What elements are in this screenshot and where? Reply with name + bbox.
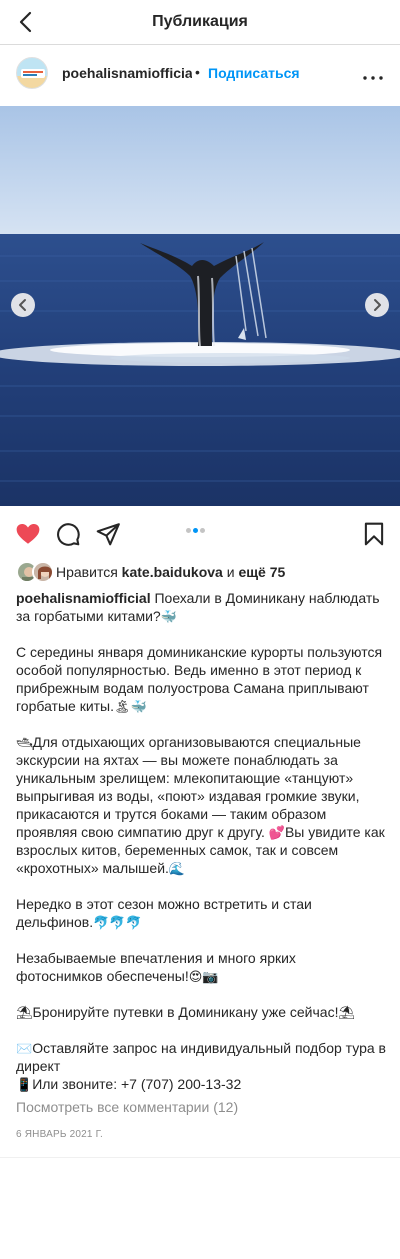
caption-emoji: 🛥 (16, 735, 33, 750)
caption-text: Незабываемые впечатления и много ярких ф… (16, 950, 296, 984)
chevron-right-icon (374, 299, 381, 311)
post-date: 6 ЯНВАРЬ 2021 Г. (16, 1129, 103, 1140)
liker-username[interactable]: kate.baidukova (122, 564, 223, 580)
comment-icon (57, 523, 80, 546)
liker-avatar[interactable] (32, 561, 54, 583)
caption-paragraph: poehalisnamiofficial Поехали в Доминикан… (16, 589, 386, 625)
carousel-dot-active (193, 528, 198, 533)
save-button[interactable] (361, 521, 387, 547)
caption-paragraph: Нередко в этот сезон можно встретить и с… (16, 895, 386, 931)
carousel-indicator (186, 520, 207, 533)
caption-text: Бронируйте путевки в Доминикану уже сейч… (32, 1004, 339, 1020)
carousel-dot (200, 528, 205, 533)
caption-emoji: 🐬🐬🐬 (93, 915, 142, 930)
caption-paragraph: 📱Или звоните: +7 (707) 200-13-32 (16, 1075, 386, 1093)
caption-emoji: ✉️ (16, 1041, 33, 1056)
likes-connector: и (226, 564, 235, 580)
caption-emoji: 🐳 (160, 609, 177, 624)
top-bar: Публикация (0, 0, 400, 45)
avatar[interactable] (16, 57, 48, 89)
more-options-button[interactable] (362, 69, 384, 80)
caption-emoji: 😍📷 (188, 969, 219, 984)
caption-emoji: 💕 (268, 825, 285, 840)
page-title: Публикация (152, 13, 248, 30)
caption-paragraph: ✉️Оставляйте запрос на индивидуальный по… (16, 1039, 386, 1075)
caption-emoji: ⛱ (338, 1005, 355, 1020)
post-photo[interactable] (0, 106, 400, 506)
caption-emoji: 🏝🐳 (114, 699, 147, 714)
follow-button[interactable]: Подписаться (208, 65, 300, 81)
carousel-prev-button[interactable] (11, 293, 35, 317)
more-horizontal-icon (363, 76, 383, 80)
carousel-dot (186, 528, 191, 533)
heart-filled-icon (16, 524, 40, 544)
comment-button[interactable] (55, 521, 81, 547)
carousel-next-button[interactable] (365, 293, 389, 317)
send-icon (96, 523, 120, 546)
whale-tail-image (0, 106, 400, 506)
author-username[interactable]: poehalisnamiofficial (62, 65, 192, 81)
caption-text: Нередко в этот сезон можно встретить и с… (16, 896, 312, 930)
post-caption: poehalisnamiofficial Поехали в Доминикан… (16, 589, 386, 1093)
view-all-comments-link[interactable]: Посмотреть все комментарии (12) (16, 1099, 238, 1115)
caption-paragraph: 🛥Для отдыхающих организовываются специал… (16, 733, 386, 877)
likes-prefix: Нравится (56, 564, 118, 580)
likes-row: Нравится kate.baidukova и ещё 75 (16, 561, 386, 583)
caption-author[interactable]: poehalisnamiofficial (16, 590, 151, 606)
separator-dot: • (195, 64, 200, 80)
empty-footer-area (0, 1157, 400, 1259)
like-button[interactable] (15, 521, 41, 547)
caption-text: Оставляйте запрос на индивидуальный подб… (16, 1040, 386, 1074)
likes-text: Нравится kate.baidukova и ещё 75 (56, 564, 285, 580)
bookmark-icon (364, 522, 384, 546)
caption-text: Или звоните: +7 (707) 200-13-32 (32, 1076, 242, 1092)
caption-paragraph: ⛱Бронируйте путевки в Доминикану уже сей… (16, 1003, 386, 1021)
caption-emoji: 📱 (16, 1077, 33, 1092)
caption-emoji: 🌊 (168, 861, 186, 876)
likes-count[interactable]: ещё 75 (238, 564, 285, 580)
caption-paragraph: Незабываемые впечатления и много ярких ф… (16, 949, 386, 985)
liker-avatar-image (34, 563, 52, 581)
post-actions (0, 506, 400, 558)
post-header: poehalisnamiofficial • Подписаться (0, 45, 400, 105)
brand-logo (17, 58, 47, 88)
share-button[interactable] (95, 521, 121, 547)
chevron-left-icon (19, 299, 26, 311)
caption-emoji: ⛱ (16, 1005, 33, 1020)
caption-paragraph: С середины января доминиканские курорты … (16, 643, 386, 715)
caption-text: С середины января доминиканские курорты … (16, 644, 383, 714)
